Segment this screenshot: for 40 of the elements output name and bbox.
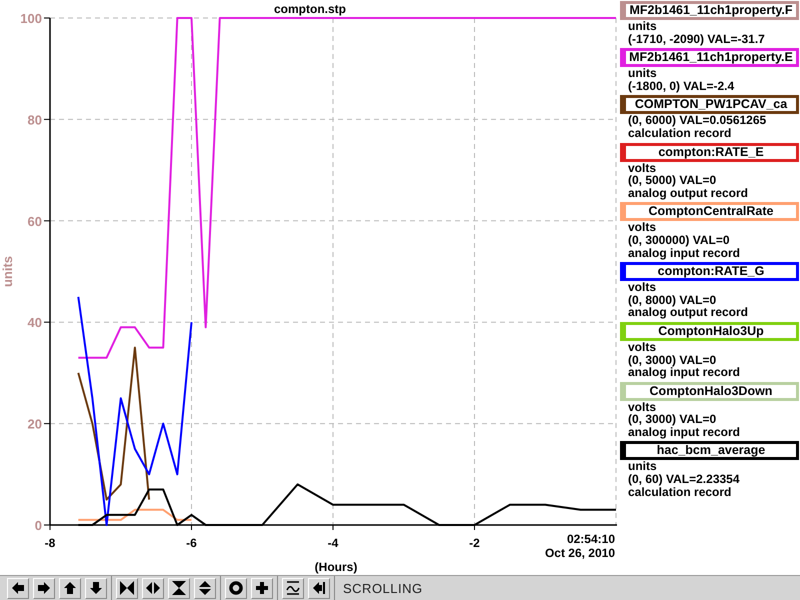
date-label: Oct 26, 2010 — [544, 546, 615, 560]
units-label: units — [627, 460, 658, 474]
y-tick-label: 60 — [28, 214, 42, 229]
y-axis-label: units — [0, 256, 15, 288]
range-value-label: (0, 3000) VAL=0 — [627, 413, 718, 426]
x-tick-label: -4 — [328, 536, 338, 550]
record-type-label: calculation record — [627, 126, 732, 140]
x-tick-label: -8 — [44, 536, 56, 550]
units-label: units — [627, 67, 658, 80]
units-label: units — [627, 20, 658, 33]
range-value-label: (0, 6000) VAL=0.0561265 — [627, 114, 768, 127]
units-label: volts — [627, 281, 658, 294]
units-label: volts — [627, 400, 658, 414]
range-value-label: (0, 300000) VAL=0 — [627, 234, 731, 247]
range-value-label: (0, 8000) VAL=0 — [627, 294, 716, 306]
chart-title: compton.stp — [274, 2, 346, 16]
y-tick-label: 0 — [34, 518, 42, 533]
record-type-label: analog input record — [627, 366, 742, 379]
range-value-label: (0, 60) VAL=2.23354 — [627, 473, 741, 486]
range-value-label: (-1800, 0) VAL=-2.4 — [627, 80, 736, 92]
units-label: volts — [627, 162, 658, 174]
range-value-label: (-1710, -2090) VAL=-31.7 — [627, 32, 766, 46]
units-label: volts — [627, 221, 658, 234]
record-type-label: analog output record — [627, 306, 749, 319]
timestamp: 02:54:10 — [566, 532, 615, 546]
range-value-label: (0, 5000) VAL=0 — [627, 174, 718, 187]
y-tick-label: 80 — [28, 112, 42, 128]
y-tick-label: 40 — [28, 315, 42, 330]
y-tick-label: 20 — [28, 416, 42, 432]
x-tick-label: -6 — [186, 536, 197, 550]
range-value-label: (0, 3000) VAL=0 — [627, 354, 718, 366]
y-tick-label: 100 — [20, 11, 42, 26]
record-type-label: analog input record — [627, 426, 742, 438]
units-label: volts — [627, 340, 658, 354]
x-axis-label: (Hours) — [314, 560, 358, 574]
record-type-label: calculation record — [627, 486, 732, 498]
record-type-label: analog output record — [627, 186, 749, 200]
record-type-label: analog input record — [627, 246, 742, 260]
x-tick-label: -2 — [469, 536, 480, 550]
mode-label: SCROLLING — [343, 580, 423, 596]
